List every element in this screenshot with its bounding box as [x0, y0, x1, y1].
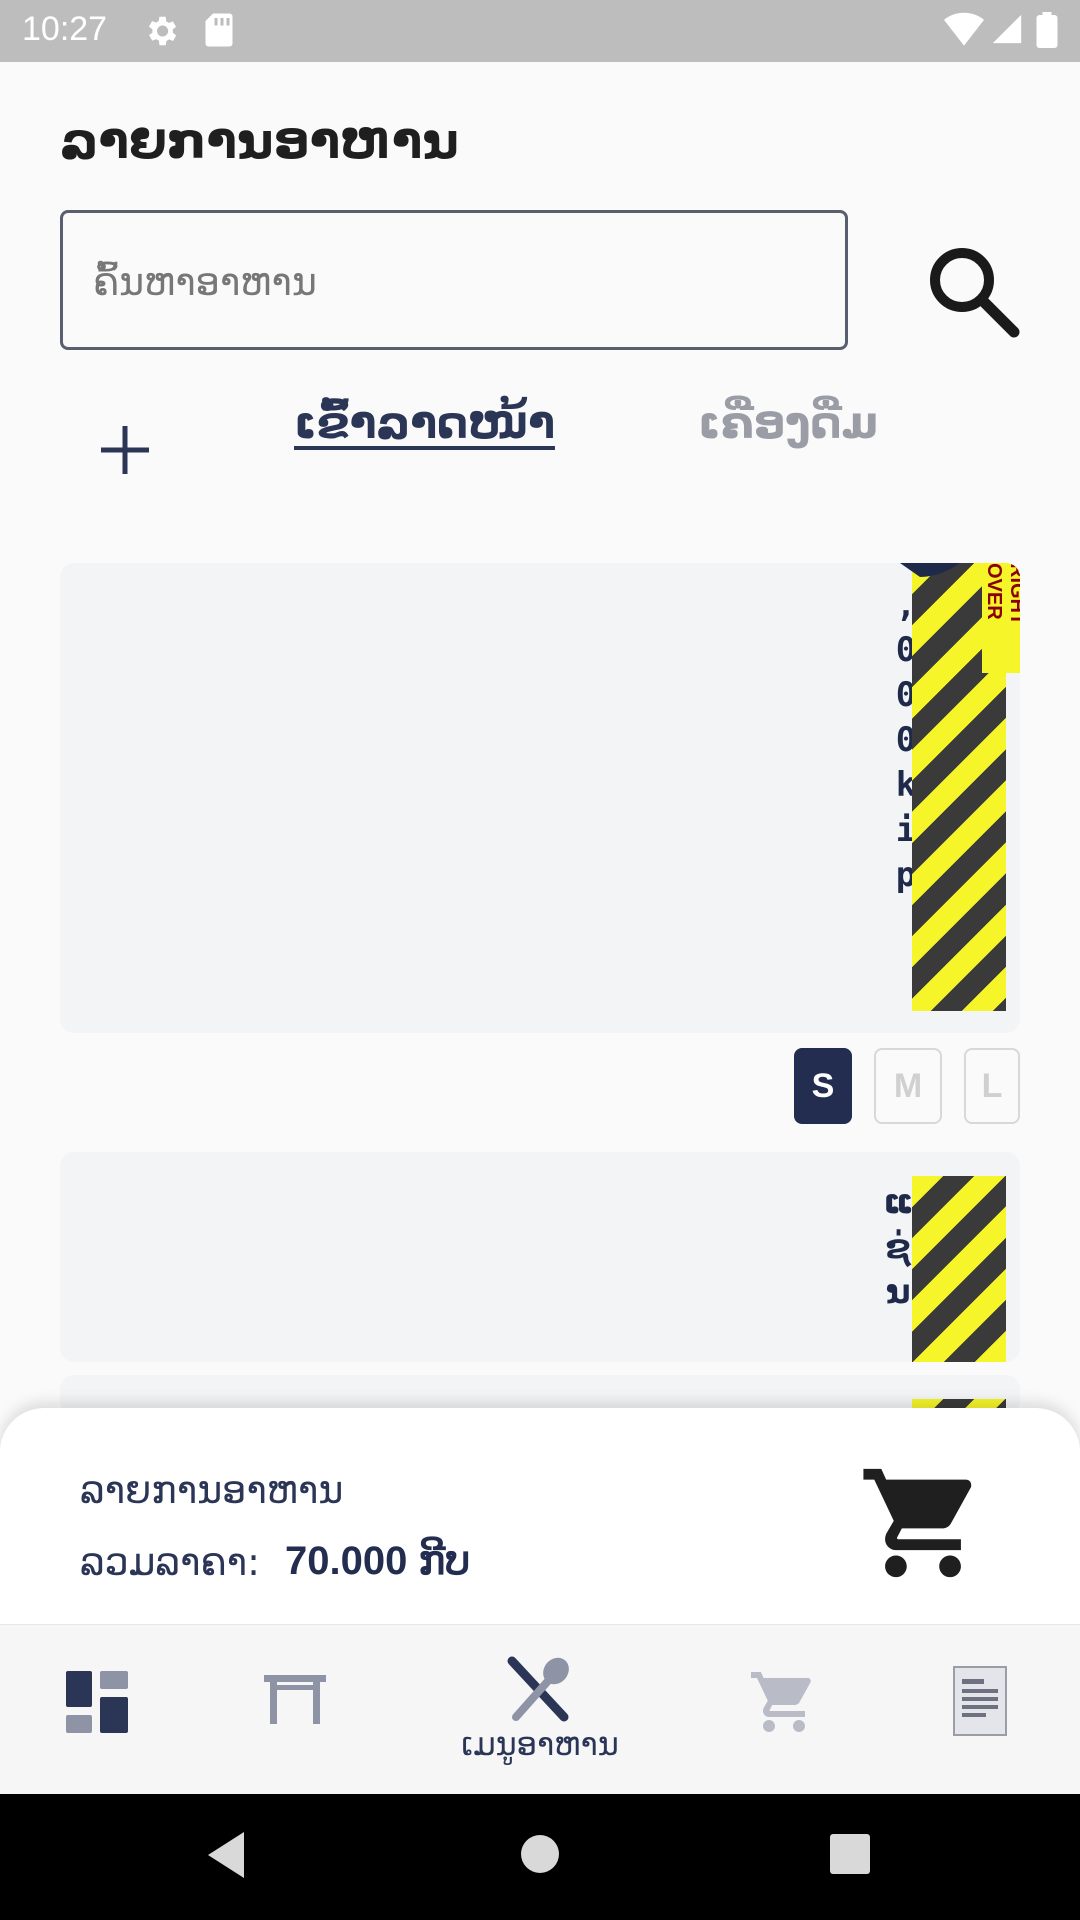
sd-card-icon	[205, 13, 233, 47]
status-bar: 10:27	[0, 0, 1080, 62]
search-input[interactable]	[91, 243, 815, 321]
page-title: ລາຍການອາຫານ	[60, 112, 459, 170]
recents-icon[interactable]	[830, 1834, 870, 1874]
system-navigation-bar	[0, 1794, 1080, 1920]
settings-icon	[148, 16, 177, 46]
add-category-button[interactable]	[95, 420, 155, 480]
food-card[interactable]: ແຊ່ນ	[60, 1152, 1020, 1362]
total-value: 70.000 ກີບ	[285, 1539, 471, 1583]
battery-icon	[1036, 12, 1058, 48]
cart-icon[interactable]	[748, 1669, 820, 1735]
size-m-button[interactable]: M	[874, 1048, 942, 1124]
status-time: 10:27	[22, 10, 108, 48]
back-icon[interactable]	[204, 1830, 248, 1880]
signal-icon	[992, 14, 1022, 44]
food-card[interactable]: ,000kip RIGHT OVER	[60, 563, 1020, 1033]
utensils-icon[interactable]	[506, 1655, 574, 1723]
search-field[interactable]	[60, 210, 848, 350]
cart-summary[interactable]: ລາຍການອາຫານ ລວມລາຄາ: 70.000 ກີບ	[0, 1408, 1080, 1624]
search-icon[interactable]	[922, 240, 1022, 340]
image-corner-mark	[900, 563, 960, 577]
dashboard-icon[interactable]	[66, 1671, 128, 1733]
total-label: ລວມລາຄາ:	[80, 1540, 260, 1584]
receipt-icon[interactable]	[952, 1665, 1008, 1737]
summary-title: ລາຍການອາຫານ	[80, 1468, 344, 1512]
table-icon[interactable]	[264, 1675, 326, 1725]
home-icon[interactable]	[520, 1834, 560, 1874]
wifi-icon	[944, 12, 984, 46]
food-image-placeholder	[912, 1176, 1006, 1362]
size-s-button[interactable]: S	[794, 1048, 852, 1124]
nav-label-menu[interactable]: ເມນູອາຫານ	[455, 1725, 625, 1763]
bottom-navigation: ເມນູອາຫານ	[0, 1624, 1080, 1795]
tab-drinks[interactable]: ເຄື່ອງດື່ມ	[698, 398, 878, 449]
placeholder-label: RIGHT OVER	[982, 563, 1020, 673]
size-l-button[interactable]: L	[964, 1048, 1020, 1124]
cart-icon[interactable]	[858, 1458, 988, 1588]
tab-rice-dishes[interactable]: ເຂົ້າລາດໜ້າ	[294, 398, 555, 449]
